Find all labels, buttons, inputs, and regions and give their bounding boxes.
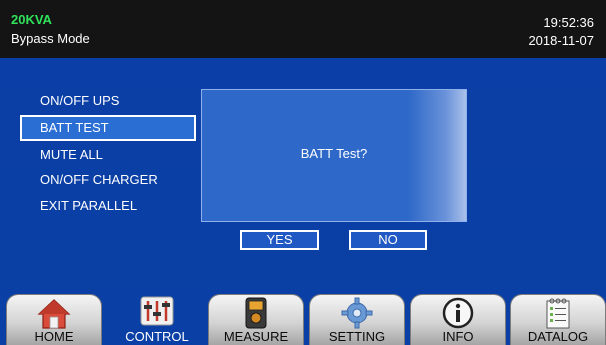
tab-label-home: HOME: [34, 329, 74, 344]
tab-control[interactable]: CONTROL: [109, 294, 205, 345]
tab-label-control: CONTROL: [125, 329, 189, 344]
operating-mode: Bypass Mode: [11, 31, 90, 46]
tab-setting[interactable]: SETTING: [309, 294, 405, 345]
bottom-nav: HOME CONTROL MEASURE SETTING INFO DATALO…: [0, 290, 606, 345]
clock-date: 2018-11-07: [528, 33, 594, 48]
control-panel: ON/OFF UPS BATT TEST MUTE ALL ON/OFF CHA…: [0, 58, 606, 290]
yes-button[interactable]: YES: [240, 230, 319, 250]
sliders-icon: [140, 296, 174, 331]
tab-label-info: INFO: [442, 329, 474, 344]
menu-item-on-off-charger[interactable]: ON/OFF CHARGER: [20, 167, 196, 193]
menu-item-mute-all[interactable]: MUTE ALL: [20, 142, 196, 168]
confirm-dialog: BATT Test?: [201, 89, 467, 222]
ups-control-screen: 20KVA Bypass Mode 19:52:36 2018-11-07 ON…: [0, 0, 606, 345]
menu-item-exit-parallel[interactable]: EXIT PARALLEL: [20, 193, 196, 219]
tab-info[interactable]: INFO: [410, 294, 506, 345]
no-button[interactable]: NO: [349, 230, 427, 250]
menu-item-batt-test[interactable]: BATT TEST: [20, 115, 196, 141]
menu-item-on-off-ups[interactable]: ON/OFF UPS: [20, 88, 196, 114]
tab-datalog[interactable]: DATALOG: [510, 294, 606, 345]
tab-label-setting: SETTING: [328, 329, 386, 344]
tab-measure[interactable]: MEASURE: [208, 294, 304, 345]
dialog-message: BATT Test?: [300, 146, 368, 161]
status-header: 20KVA Bypass Mode 19:52:36 2018-11-07: [0, 0, 606, 58]
tab-label-datalog: DATALOG: [527, 329, 589, 344]
tab-label-measure: MEASURE: [223, 329, 289, 344]
model-rating: 20KVA: [11, 12, 52, 27]
clock-time: 19:52:36: [543, 15, 594, 30]
tab-home[interactable]: HOME: [6, 294, 102, 345]
